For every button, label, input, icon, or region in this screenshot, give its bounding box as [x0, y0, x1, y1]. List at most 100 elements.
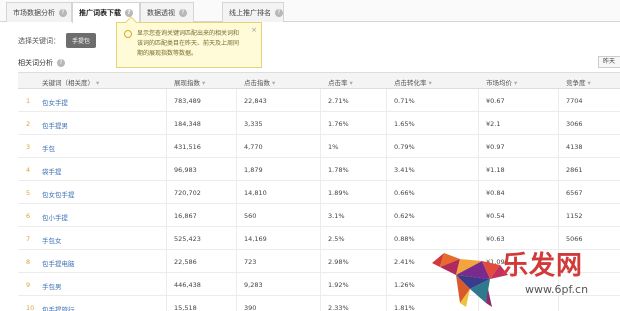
section-title: 相关词分析 ? — [18, 58, 65, 68]
tooltip-line: 显示您查询关键词匹配出来的相关词和 — [137, 30, 240, 37]
column-divider — [386, 250, 387, 272]
column-header[interactable]: 市场均价 ▾ — [486, 77, 517, 87]
ctr-value: 1% — [328, 143, 339, 151]
help-icon[interactable]: ? — [57, 59, 65, 67]
column-divider — [320, 181, 321, 203]
cvr-value: 0.71% — [394, 97, 415, 105]
keyword-link[interactable]: 袋手提 — [42, 166, 62, 176]
keyword-link[interactable]: 包手提男 — [42, 120, 68, 130]
column-divider — [166, 135, 167, 157]
column-divider — [386, 135, 387, 157]
impressions-value: 22,586 — [174, 258, 197, 266]
tab-online-ranking[interactable]: 线上推广排名 ? — [222, 2, 284, 22]
keyword-link[interactable]: 手包 — [42, 143, 55, 153]
keyword-button[interactable]: 手提包 — [66, 33, 97, 48]
keyword-link[interactable]: 包手提旅行 — [42, 304, 75, 311]
column-divider — [236, 89, 237, 111]
column-divider — [236, 181, 237, 203]
column-divider — [478, 135, 479, 157]
column-divider — [236, 112, 237, 134]
section-title-text: 相关词分析 — [18, 59, 53, 67]
column-header[interactable]: 点击率 ▾ — [328, 77, 353, 87]
cvr-value: 0.62% — [394, 212, 415, 220]
price-value: ¥0.97 — [486, 143, 505, 151]
ctr-value: 3.1% — [328, 212, 345, 220]
column-divider — [558, 135, 559, 157]
column-divider — [478, 158, 479, 180]
ctr-value: 1.92% — [328, 281, 349, 289]
column-divider — [166, 273, 167, 295]
column-divider — [320, 296, 321, 311]
keyword-link[interactable]: 手包男 — [42, 281, 62, 291]
column-divider — [558, 181, 559, 203]
column-header[interactable]: 点击指数 ▾ — [244, 77, 275, 87]
date-range-button[interactable]: 昨天 — [598, 56, 620, 68]
table-row: 2 包手提男 184,348 3,335 1.76% 1.65% ¥2.1 3066 — [18, 112, 620, 135]
tooltip-line: 期的展现指数等数据。 — [137, 50, 198, 57]
column-divider — [320, 135, 321, 157]
impressions-value: 16,867 — [174, 212, 197, 220]
brand-name: 乐发网 — [502, 251, 584, 281]
ctr-value: 1.76% — [328, 120, 349, 128]
column-divider — [320, 89, 321, 111]
clicks-value: 22,843 — [244, 97, 267, 105]
help-icon[interactable]: ? — [125, 9, 133, 17]
column-divider — [558, 204, 559, 226]
column-divider — [236, 250, 237, 272]
column-divider — [320, 250, 321, 272]
cvr-value: 2.41% — [394, 258, 415, 266]
column-divider — [558, 158, 559, 180]
keyword-link[interactable]: 包女包手提 — [42, 189, 75, 199]
column-divider — [386, 273, 387, 295]
clicks-value: 4,770 — [244, 143, 263, 151]
column-divider — [166, 204, 167, 226]
column-divider — [236, 158, 237, 180]
column-divider — [320, 273, 321, 295]
column-header[interactable]: 点击转化率 ▾ — [394, 77, 432, 87]
column-header[interactable]: 展现指数 ▾ — [174, 77, 205, 87]
column-divider — [236, 204, 237, 226]
help-icon[interactable]: ? — [179, 8, 187, 17]
column-divider — [320, 112, 321, 134]
column-divider — [320, 204, 321, 226]
column-header[interactable]: 竞争度 ▾ — [566, 77, 591, 87]
keyword-link[interactable]: 包小手提 — [42, 212, 68, 222]
column-divider — [478, 204, 479, 226]
help-icon[interactable]: ? — [59, 8, 67, 17]
tab-bar: 市场数据分析 ? 推广词表下载 ? 数据透视 ? 线上推广排名 ? — [0, 0, 620, 23]
column-divider — [320, 158, 321, 180]
lightbulb-icon — [124, 30, 132, 38]
keyword-selector: 选择关键词： 手提包 — [18, 33, 97, 48]
clicks-value: 14,169 — [244, 235, 267, 243]
ctr-value: 2.33% — [328, 304, 349, 311]
price-value: ¥1.18 — [486, 166, 505, 174]
column-header[interactable]: 关键词（相关度） ▾ — [42, 77, 99, 87]
keyword-link[interactable]: 包手提电脑 — [42, 258, 75, 268]
rank-number: 4 — [26, 166, 31, 174]
clicks-value: 14,810 — [244, 189, 267, 197]
ctr-value: 2.71% — [328, 97, 349, 105]
price-value: ¥0.63 — [486, 235, 505, 243]
help-icon[interactable]: ? — [275, 8, 283, 17]
impressions-value: 96,983 — [174, 166, 197, 174]
tab-data-pivot[interactable]: 数据透视 ? — [140, 2, 194, 22]
column-divider — [386, 181, 387, 203]
impressions-value: 15,518 — [174, 304, 197, 311]
column-divider — [166, 112, 167, 134]
close-icon[interactable]: × — [251, 25, 257, 35]
column-divider — [558, 112, 559, 134]
cvr-value: 1.81% — [394, 304, 415, 311]
impressions-value: 184,348 — [174, 120, 201, 128]
column-divider — [478, 112, 479, 134]
table-row: 6 包小手提 16,867 560 3.1% 0.62% ¥0.54 1152 — [18, 204, 620, 227]
column-divider — [386, 227, 387, 249]
column-divider — [166, 227, 167, 249]
keyword-link[interactable]: 手包女 — [42, 235, 62, 245]
competition-value: 4138 — [566, 143, 583, 151]
keyword-link[interactable]: 包女手提 — [42, 97, 68, 107]
tab-market-analysis[interactable]: 市场数据分析 ? — [6, 2, 72, 22]
rank-number: 7 — [26, 235, 31, 243]
competition-value: 5066 — [566, 235, 583, 243]
competition-value: 2861 — [566, 166, 583, 174]
tab-label: 市场数据分析 — [13, 8, 55, 17]
